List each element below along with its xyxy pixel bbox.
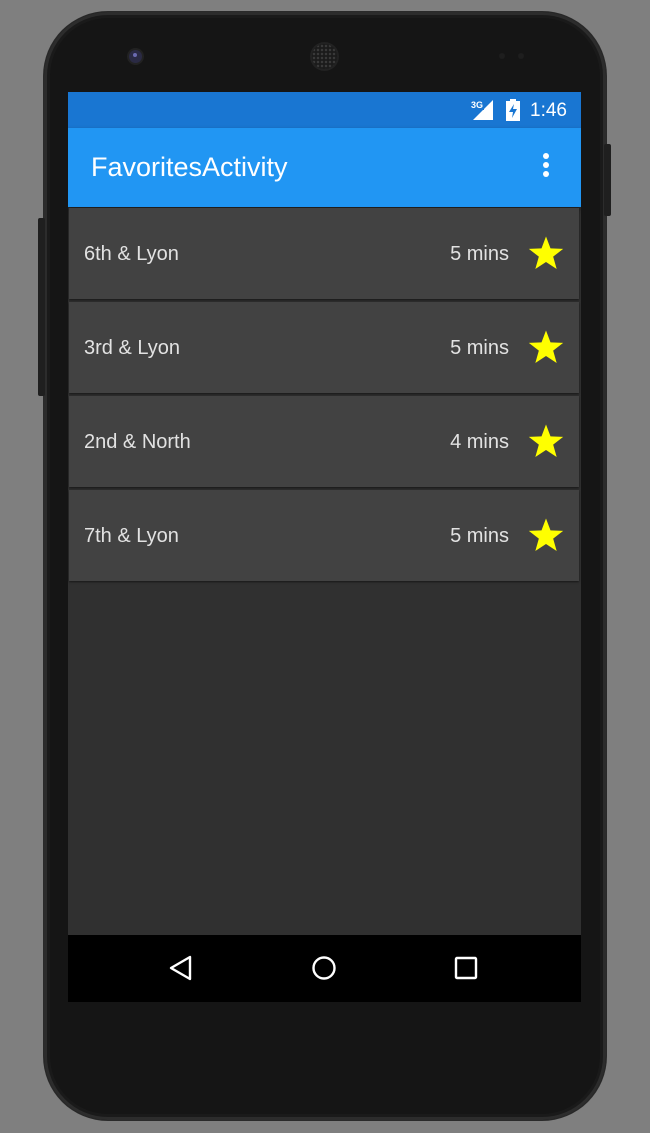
navigation-bar — [68, 935, 581, 1002]
network-type: 3G — [470, 100, 485, 110]
star-icon[interactable] — [526, 328, 566, 368]
arrival-time: 5 mins — [450, 525, 509, 547]
favorite-row[interactable]: 7th & Lyon 5 mins — [69, 490, 579, 581]
favorite-row[interactable]: 6th & Lyon 5 mins — [69, 208, 579, 299]
star-icon[interactable] — [526, 422, 566, 462]
app-title: FavoritesActivity — [91, 152, 288, 182]
status-time: 1:46 — [530, 100, 567, 121]
stop-name: 6th & Lyon — [84, 243, 179, 265]
screen: 3G 1:46 FavoritesActivity 6th & Lyon 5 m… — [68, 92, 581, 1002]
stop-name: 3rd & Lyon — [84, 337, 180, 359]
more-vert-icon[interactable] — [531, 152, 561, 184]
front-camera — [129, 50, 142, 63]
star-icon[interactable] — [526, 516, 566, 556]
arrival-time: 5 mins — [450, 243, 509, 265]
light-sensor — [518, 53, 524, 59]
favorite-row[interactable]: 3rd & Lyon 5 mins — [69, 302, 579, 393]
stop-name: 7th & Lyon — [84, 525, 179, 547]
stop-name: 2nd & North — [84, 431, 191, 453]
power-button — [604, 144, 611, 216]
home-circle-icon[interactable] — [309, 953, 339, 983]
battery-charging-icon — [506, 99, 520, 121]
status-bar: 3G 1:46 — [68, 92, 581, 128]
star-icon[interactable] — [526, 234, 566, 274]
arrival-time: 5 mins — [450, 337, 509, 359]
volume-button — [38, 218, 45, 396]
back-triangle-icon[interactable] — [166, 953, 196, 983]
app-bar: FavoritesActivity — [68, 128, 581, 207]
favorite-row[interactable]: 2nd & North 4 mins — [69, 396, 579, 487]
arrival-time: 4 mins — [450, 431, 509, 453]
proximity-sensor — [499, 53, 505, 59]
recents-square-icon[interactable] — [451, 953, 481, 983]
earpiece-speaker — [312, 44, 337, 69]
